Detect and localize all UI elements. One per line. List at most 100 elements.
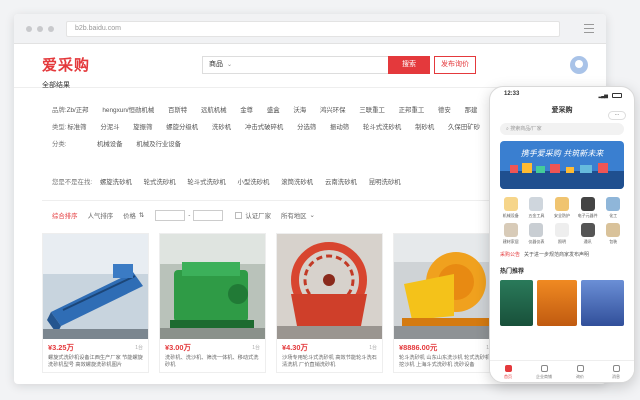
related-search-link[interactable]: 轮斗式洗砂机 [187, 179, 225, 186]
related-search-link[interactable]: 云南洗砂机 [325, 179, 357, 186]
filter-option[interactable]: 德安 [438, 107, 451, 114]
filter-option[interactable]: 机械设备 [97, 141, 123, 148]
spiral-washer-image [43, 234, 148, 339]
price-min-input[interactable] [155, 209, 186, 221]
home-icon [504, 365, 512, 372]
filter-option[interactable]: 百斯特 [168, 107, 187, 114]
filter-option[interactable]: 振动筛 [330, 124, 349, 131]
product-unit: 1台 [369, 345, 377, 351]
product-price: ¥4.30万 [282, 343, 308, 352]
tab-messages[interactable]: 消息 [598, 361, 634, 382]
sort-popular-tab[interactable]: 人气排序 [88, 211, 114, 220]
post-inquiry-button[interactable]: 发布询价 [434, 56, 476, 74]
product-card[interactable]: ¥3.00万 1台 洗砂机、洗沙机、筛洗一体机、移动式洗砂机 [159, 233, 266, 373]
tools-icon [529, 197, 544, 211]
filter-option[interactable]: 螺旋分级机 [166, 124, 198, 131]
filter-option[interactable]: 冲击式破碎机 [245, 124, 283, 131]
mobile-category[interactable]: 通讯 [575, 223, 601, 245]
filter-option[interactable]: 机械及行业设备 [136, 141, 181, 148]
hamburger-menu-icon[interactable] [584, 24, 594, 33]
related-search-link[interactable]: 轮式洗砂机 [144, 179, 176, 186]
product-card[interactable]: ¥3.25万 1台 螺旋式洗砂机设备江西生产厂家 节能螺旋洗砂机型号 高效螺旋洗… [42, 233, 149, 373]
filter-option[interactable]: 三联重工 [359, 107, 385, 114]
mobile-category[interactable]: 机械设备 [498, 197, 524, 219]
filter-option[interactable]: 标准筛 [67, 124, 86, 131]
user-avatar[interactable] [570, 56, 588, 74]
mobile-category[interactable]: 仪器仪表 [524, 223, 550, 245]
mobile-category[interactable]: 安全防护 [549, 197, 575, 219]
mobile-notice[interactable]: 采购公告 关于进一步规范商家发布声明 [500, 251, 624, 258]
paint-roller-icon [503, 223, 518, 237]
chevron-down-icon: ⌄ [227, 62, 233, 68]
mobile-category[interactable]: 照明 [549, 223, 575, 245]
filter-option[interactable]: 洗砂机 [212, 124, 231, 131]
filter-option[interactable]: 金尊 [240, 107, 253, 114]
camera-icon [580, 223, 595, 237]
product-title[interactable]: 沙场专用轮斗式洗砂机 高效节能轮斗洗石清洗机 厂价直销洗砂机 [282, 355, 377, 369]
search-category-select[interactable]: 商品 [209, 61, 223, 68]
filter-label: 品牌: [52, 107, 67, 114]
more-options-icon[interactable]: ··· [608, 111, 626, 120]
sort-price-tab[interactable]: 价格 [123, 211, 136, 220]
related-search-link[interactable]: 滚筒洗砂机 [281, 179, 313, 186]
mobile-category[interactable]: 化工 [600, 197, 626, 219]
orange-bucket-washer-image [394, 234, 499, 339]
mobile-category[interactable]: 五金工具 [524, 197, 550, 219]
hot-item-image[interactable] [536, 280, 578, 326]
product-unit: 1台 [135, 345, 143, 351]
promo-banner[interactable]: 携手爱采购 共筑新未来 [500, 141, 624, 189]
box-icon [606, 223, 621, 237]
search-input[interactable]: 商品 ⌄ [202, 56, 388, 74]
related-searches: 您是不是在找: 螺旋洗砂机 轮式洗砂机 轮斗式洗砂机 小型洗砂机 滚筒洗砂机 云… [52, 177, 411, 186]
filter-option[interactable]: 盛盒 [267, 107, 280, 114]
bucket-wheel-washer-image [277, 234, 382, 339]
product-card[interactable]: ¥8886.00元 1台 轮斗洗砂机 山东山东洗沙机 轮式洗砂机 挖沙机 上海斗… [393, 233, 500, 373]
related-search-link[interactable]: 昆明洗砂机 [369, 179, 401, 186]
product-title[interactable]: 螺旋式洗砂机设备江西生产厂家 节能螺旋洗砂机型号 高效螺旋洗砂机图片 [48, 355, 143, 369]
mobile-category[interactable]: 包装 [600, 223, 626, 245]
product-title[interactable]: 洗砂机、洗沙机、筛洗一体机、移动式洗砂机 [165, 355, 260, 369]
mobile-category[interactable]: 建材家居 [498, 223, 524, 245]
filter-option[interactable]: hengxun/恒勋机械 [102, 107, 154, 114]
mobile-category[interactable]: 电子元器件 [575, 197, 601, 219]
filter-option[interactable]: 那建 [465, 107, 478, 114]
filter-option[interactable]: 分选筛 [297, 124, 316, 131]
filter-option[interactable]: 鸿兴环保 [320, 107, 346, 114]
region-select[interactable]: 所有地区 [281, 211, 307, 220]
filter-option[interactable]: 正邦重工 [399, 107, 425, 114]
filter-option[interactable]: 轮斗式洗砂机 [363, 124, 401, 131]
mobile-preview: 12:33 ▂▃▅ 爱采购 ··· ⌕ 搜索商品/厂家 携手爱采购 共筑新未来 … [489, 86, 635, 383]
chip-icon [580, 197, 595, 211]
hot-item-image[interactable] [500, 280, 533, 326]
tab-shops[interactable]: 企业商铺 [526, 361, 562, 382]
notice-text: 关于进一步规范商家发布声明 [524, 252, 590, 258]
breadcrumb[interactable]: 全部结果 [42, 80, 70, 90]
window-controls[interactable] [26, 26, 54, 32]
bulb-icon [554, 223, 569, 237]
filter-option[interactable]: Zb/正邦 [67, 107, 89, 114]
search-button[interactable]: 搜索 [388, 56, 430, 74]
tab-inquiry[interactable]: 询价 [562, 361, 598, 382]
notice-tag: 采购公告 [500, 252, 521, 258]
filter-option[interactable]: 旋振筛 [133, 124, 152, 131]
filter-option[interactable]: 制砂机 [415, 124, 434, 131]
related-search-link[interactable]: 螺旋洗砂机 [100, 179, 132, 186]
mobile-search-input[interactable]: ⌕ 搜索商品/厂家 [500, 123, 624, 135]
price-max-input[interactable] [193, 209, 224, 221]
filter-option[interactable]: 沃海 [293, 107, 306, 114]
hot-item-image[interactable] [581, 280, 624, 326]
address-bar[interactable]: b2b.baidu.com [66, 21, 560, 37]
tab-home[interactable]: 首页 [490, 361, 526, 382]
site-logo[interactable]: 爱采购 [42, 54, 90, 75]
related-search-link[interactable]: 小型洗砂机 [238, 179, 270, 186]
certified-checkbox[interactable] [235, 211, 243, 219]
filter-option[interactable]: 分泥斗 [100, 124, 119, 131]
banner-slogan: 携手爱采购 共筑新未来 [521, 149, 605, 158]
product-card[interactable]: ¥4.30万 1台 沙场专用轮斗式洗砂机 高效节能轮斗洗石清洗机 厂价直销洗砂机 [276, 233, 383, 373]
product-title[interactable]: 轮斗洗砂机 山东山东洗沙机 轮式洗砂机 挖沙机 上海斗式洗砂机 洗砂设备 [399, 355, 494, 369]
product-price: ¥8886.00元 [399, 343, 438, 352]
section-divider [42, 200, 502, 201]
filter-option[interactable]: 远航机械 [201, 107, 227, 114]
filter-option[interactable]: 久保田矿砂 [448, 124, 480, 131]
sort-default-tab[interactable]: 综合排序 [52, 211, 78, 220]
